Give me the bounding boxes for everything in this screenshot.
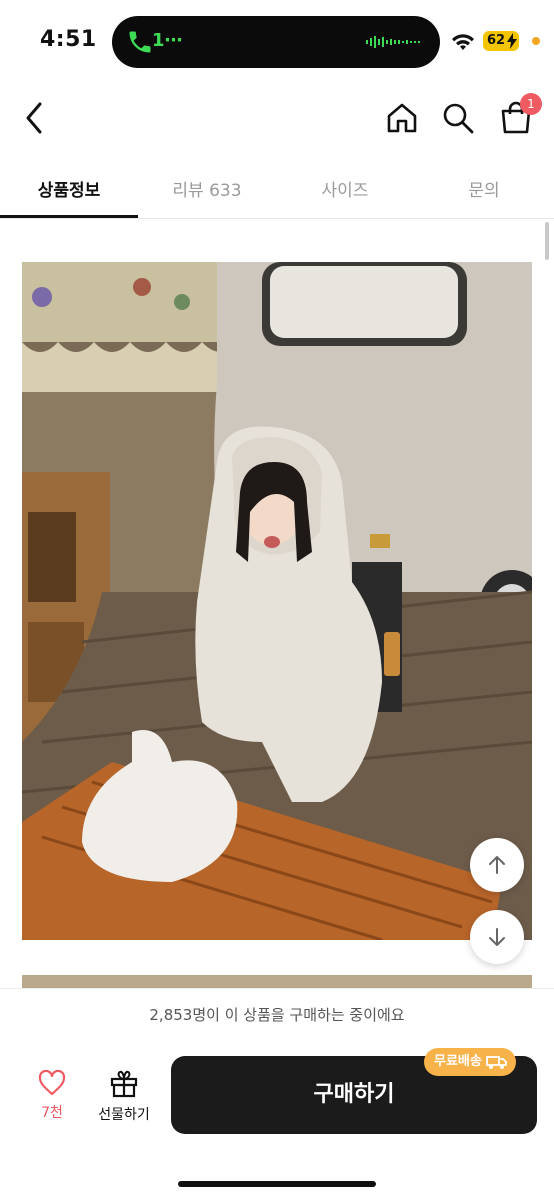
tab-product-info[interactable]: 상품정보	[0, 176, 138, 201]
like-count: 7천	[41, 1105, 63, 1121]
gift-icon	[110, 1070, 138, 1098]
purchasing-now-notice: 2,853명이 이 상품을 구매하는 중이에요	[0, 988, 554, 1041]
battery-indicator: 62	[483, 31, 519, 51]
product-photo-illustration	[22, 262, 532, 940]
search-icon[interactable]	[440, 100, 476, 136]
status-time: 4:51	[40, 27, 97, 52]
scrollbar[interactable]	[545, 222, 549, 260]
free-shipping-label: 무료배송	[434, 1054, 482, 1069]
scroll-top-button[interactable]	[470, 838, 524, 892]
like-button[interactable]: 7천	[30, 1069, 74, 1122]
heart-icon	[38, 1069, 66, 1096]
home-indicator[interactable]	[178, 1181, 376, 1187]
phone-icon	[129, 31, 151, 53]
status-bar: 4:51 1⋯ 62	[0, 0, 554, 84]
tab-inquiry[interactable]: 문의	[414, 176, 554, 201]
free-shipping-badge: 무료배송	[424, 1048, 516, 1076]
gift-label: 선물하기	[98, 1107, 150, 1123]
arrow-up-icon	[489, 856, 505, 874]
audio-wave-icon	[366, 36, 420, 48]
wifi-icon	[452, 34, 474, 50]
product-tabs: 상품정보 리뷰 633 사이즈 문의	[0, 160, 554, 219]
arrow-down-icon	[489, 928, 505, 946]
back-chevron-icon[interactable]	[20, 100, 48, 136]
tab-reviews[interactable]: 리뷰 633	[138, 176, 276, 201]
tab-size[interactable]: 사이즈	[276, 176, 414, 201]
privacy-dot	[532, 37, 540, 45]
product-photo	[22, 262, 532, 940]
charging-icon	[507, 33, 517, 49]
battery-level: 62	[487, 33, 506, 48]
dynamic-island[interactable]: 1⋯	[112, 16, 440, 68]
cart-count-badge: 1	[520, 93, 542, 115]
active-tab-indicator	[0, 215, 138, 218]
home-icon[interactable]	[384, 100, 420, 136]
truck-icon	[485, 1056, 507, 1069]
call-duration: 1⋯	[152, 30, 183, 51]
scroll-bottom-button[interactable]	[470, 910, 524, 964]
gift-button[interactable]: 선물하기	[92, 1070, 156, 1124]
